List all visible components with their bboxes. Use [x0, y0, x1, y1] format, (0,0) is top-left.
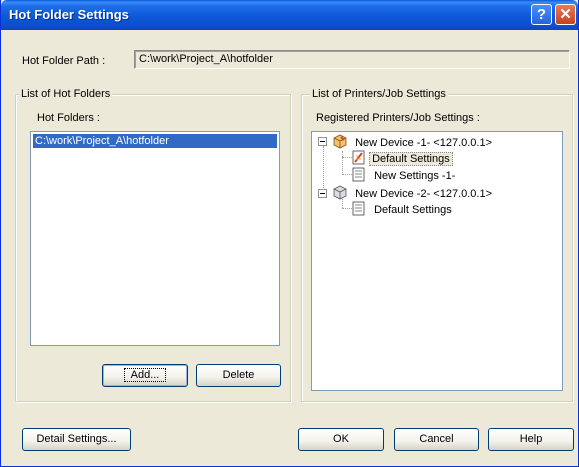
help-title-button[interactable]: ?: [531, 4, 552, 25]
hot-folder-path-field[interactable]: C:\work\Project_A\hotfolder: [134, 50, 570, 69]
tree-device-1-new-settings-label: New Settings -1-: [374, 170, 456, 182]
active-job-settings-icon: [352, 150, 365, 165]
add-button-label: Add...: [123, 368, 167, 382]
ok-button-label: OK: [333, 433, 349, 445]
collapse-toggle[interactable]: [318, 189, 327, 198]
help-icon: ?: [536, 6, 547, 23]
window-title: Hot Folder Settings: [9, 7, 129, 22]
job-settings-icon: [352, 167, 365, 182]
printers-group-title: List of Printers/Job Settings: [310, 88, 448, 100]
tree-line: [342, 174, 352, 175]
title-bar[interactable]: Hot Folder Settings ? ✕: [1, 0, 578, 30]
tree-line: [342, 151, 343, 175]
close-icon: ✕: [559, 6, 572, 23]
tree-device-2-default-settings-label: Default Settings: [374, 204, 452, 216]
tree-device-1-default-settings[interactable]: Default Settings: [352, 150, 453, 166]
collapse-toggle[interactable]: [318, 137, 327, 146]
printer-device-icon: [333, 185, 347, 200]
hot-folder-path-label: Hot Folder Path :: [22, 55, 106, 67]
tree-device-1-new-settings[interactable]: New Settings -1-: [352, 167, 455, 183]
tree-device-2-label: New Device -2- <127.0.0.1>: [355, 188, 493, 200]
tree-device-2-default-settings[interactable]: Default Settings: [352, 201, 452, 217]
tree-device-1-label: New Device -1- <127.0.0.1>: [355, 137, 493, 149]
list-item[interactable]: C:\work\Project_A\hotfolder: [33, 134, 277, 148]
help-button[interactable]: Help: [488, 428, 574, 451]
printers-list-label: Registered Printers/Job Settings :: [316, 112, 480, 124]
add-button[interactable]: Add...: [102, 364, 188, 387]
help-button-label: Help: [519, 433, 543, 445]
delete-button[interactable]: Delete: [196, 364, 281, 387]
delete-button-label: Delete: [222, 369, 255, 381]
printers-tree[interactable]: New Device -1- <127.0.0.1> Default Setti…: [311, 131, 563, 391]
tree-device-1-default-settings-label: Default Settings: [369, 152, 453, 166]
ok-button[interactable]: OK: [298, 428, 384, 451]
job-settings-icon: [352, 201, 365, 216]
hot-folders-list[interactable]: C:\work\Project_A\hotfolder: [30, 131, 280, 346]
tree-device-2[interactable]: New Device -2- <127.0.0.1>: [332, 184, 492, 200]
hot-folders-group-title: List of Hot Folders: [19, 88, 113, 100]
hot-folder-settings-dialog: Hot Folder Settings ? ✕ Hot Folder Path …: [0, 0, 579, 467]
hot-folders-list-label: Hot Folders :: [37, 112, 100, 124]
close-title-button[interactable]: ✕: [555, 4, 576, 25]
cancel-button-label: Cancel: [419, 433, 454, 445]
tree-device-1[interactable]: New Device -1- <127.0.0.1>: [332, 133, 492, 149]
printer-device-icon: [333, 134, 347, 149]
tree-line: [342, 208, 352, 209]
cancel-button[interactable]: Cancel: [394, 428, 479, 451]
tree-line: [342, 157, 352, 158]
detail-settings-button-label: Detail Settings...: [36, 433, 117, 445]
tree-line: [323, 146, 324, 188]
detail-settings-button[interactable]: Detail Settings...: [22, 428, 131, 451]
